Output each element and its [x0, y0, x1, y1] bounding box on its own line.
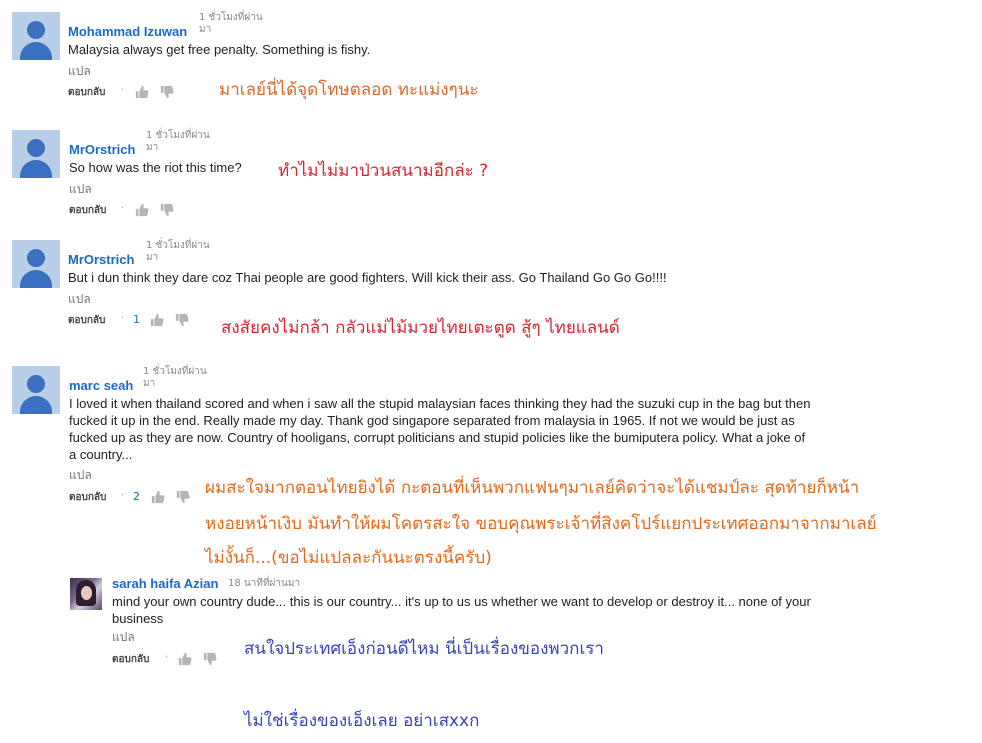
translation-overlay: หงอยหน้าเงิบ มันทำให้ผมโคตรสะใจ ขอบคุณพร…: [205, 514, 877, 534]
comment-time[interactable]: 1 ชั่วโมงที่ผ่าน มา: [199, 12, 263, 36]
reply-button[interactable]: ตอบกลับ: [112, 652, 149, 667]
thumbs-up-icon[interactable]: [150, 313, 164, 327]
default-avatar-icon[interactable]: [12, 130, 60, 178]
thumbs-down-icon[interactable]: [176, 490, 190, 504]
default-avatar-icon[interactable]: [12, 366, 60, 414]
thumbs-up-icon[interactable]: [151, 490, 165, 504]
translation-overlay: ไม่ใช่เรื่องของเอ็งเลย อย่าเสxxก: [244, 711, 480, 731]
translation-overlay: มาเลย์นี่ได้จุดโทษตลอด ทะแม่งๆนะ: [219, 80, 479, 100]
comment-author[interactable]: Mohammad Izuwan: [68, 24, 187, 39]
comment-author[interactable]: MrOrstrich: [69, 142, 135, 157]
translate-link[interactable]: แปล: [68, 290, 91, 309]
comment-actions: ตอบกลับ · 2: [69, 490, 199, 504]
like-count: 2: [133, 490, 140, 503]
translation-overlay: ทำไมไม่มาป่วนสนามอีกล่ะ ?: [278, 161, 489, 181]
separator: ·: [121, 313, 125, 324]
translation-overlay: สนใจประเทศเอ็งก่อนดีไหม นี่เป็นเรื่องของ…: [244, 639, 604, 659]
comment-text: So how was the riot this time?: [69, 160, 242, 175]
default-avatar-icon[interactable]: [12, 12, 60, 60]
comment-time[interactable]: 1 ชั่วโมงที่ผ่าน มา: [146, 240, 210, 264]
thumbs-down-icon[interactable]: [203, 652, 217, 666]
comment-text: I loved it when thailand scored and when…: [69, 396, 811, 462]
separator: ·: [165, 652, 169, 663]
user-avatar[interactable]: [70, 578, 102, 610]
thumbs-down-icon[interactable]: [160, 203, 174, 217]
separator: ·: [121, 203, 125, 214]
translate-link[interactable]: แปล: [69, 180, 92, 199]
reply-button[interactable]: ตอบกลับ: [68, 313, 105, 328]
comment-time[interactable]: 1 ชั่วโมงที่ผ่าน มา: [146, 130, 210, 154]
thumbs-up-icon[interactable]: [178, 652, 192, 666]
translation-overlay: ไม่งั้นก็...(ขอไม่แปลละกันนะตรงนี้ครับ): [205, 548, 492, 568]
reply-button[interactable]: ตอบกลับ: [69, 490, 106, 505]
like-count: 1: [133, 313, 140, 326]
separator: ·: [121, 490, 125, 501]
comment-actions: ตอบกลับ ·: [69, 203, 189, 217]
translation-overlay: สงสัยคงไม่กล้า กลัวแม่ไม้มวยไทยเตะตูด สู…: [221, 318, 620, 338]
reply-button[interactable]: ตอบกลับ: [69, 203, 106, 218]
translate-link[interactable]: แปล: [68, 62, 91, 81]
thumbs-up-icon[interactable]: [135, 85, 149, 99]
comment-actions: ตอบกลับ · 1: [68, 313, 198, 327]
comment-actions: ตอบกลับ ·: [68, 85, 188, 99]
comment-text: Malaysia always get free penalty. Someth…: [68, 42, 371, 57]
thumbs-up-icon[interactable]: [135, 203, 149, 217]
separator: ·: [121, 85, 125, 96]
translation-overlay: ผมสะใจมากตอนไทยยิงได้ กะตอนที่เห็นพวกแฟน…: [205, 478, 860, 498]
thumbs-down-icon[interactable]: [160, 85, 174, 99]
comment-actions: ตอบกลับ ·: [112, 652, 232, 666]
comment-author[interactable]: marc seah: [69, 378, 133, 393]
reply-button[interactable]: ตอบกลับ: [68, 85, 105, 100]
comment-time[interactable]: 1 ชั่วโมงที่ผ่าน มา: [143, 366, 207, 390]
default-avatar-icon[interactable]: [12, 240, 60, 288]
translate-link[interactable]: แปล: [69, 466, 92, 485]
comment-text: But i dun think they dare coz Thai peopl…: [68, 270, 667, 285]
translate-link[interactable]: แปล: [112, 628, 135, 647]
comment-time[interactable]: 18 นาทีที่ผ่านมา: [228, 578, 300, 590]
comment-author[interactable]: sarah haifa Azian: [112, 576, 218, 591]
comment-author[interactable]: MrOrstrich: [68, 252, 134, 267]
thumbs-down-icon[interactable]: [175, 313, 189, 327]
comment-text: mind your own country dude... this is ou…: [112, 594, 811, 626]
